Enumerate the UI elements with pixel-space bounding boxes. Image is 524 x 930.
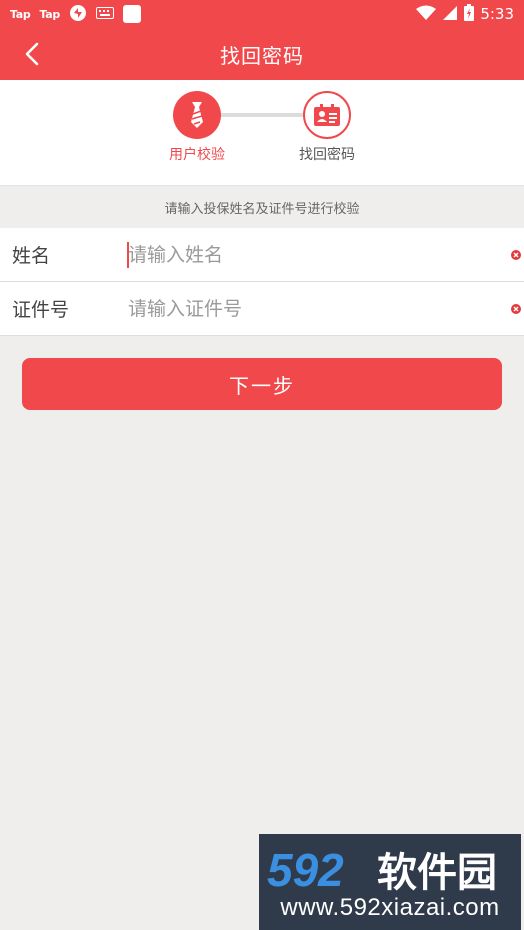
required-icon	[511, 250, 521, 260]
step-label: 用户校验	[169, 147, 225, 163]
battery-icon	[464, 4, 475, 24]
svg-text:软件园: 软件园	[377, 850, 497, 894]
step-label: 找回密码	[299, 147, 355, 163]
id-row: 证件号	[0, 282, 524, 336]
watermark-logo: 592 软件园	[267, 844, 497, 894]
keyboard-icon	[95, 6, 114, 22]
step-find-password: 找回密码	[282, 91, 372, 164]
verify-form: 姓名 证件号	[0, 228, 524, 336]
step-circle-inactive	[303, 91, 351, 139]
watermark-url: www.592xiazai.com	[280, 894, 500, 921]
next-button[interactable]: 下一步	[22, 358, 502, 410]
chevron-left-icon	[25, 42, 39, 66]
header: 找回密码	[0, 28, 524, 80]
id-card-icon	[314, 104, 340, 126]
page-title: 找回密码	[220, 43, 304, 68]
status-right: 5:33	[416, 4, 514, 24]
id-number-input[interactable]	[118, 288, 524, 329]
signal-icon	[442, 5, 458, 24]
step-circle-active	[173, 91, 221, 139]
svg-text:592: 592	[267, 844, 344, 894]
wifi-icon	[416, 5, 437, 24]
verify-hint: 请输入投保姓名及证件号进行校验	[164, 201, 360, 217]
text-cursor	[127, 242, 129, 268]
name-input[interactable]	[118, 234, 524, 275]
id-label: 证件号	[12, 299, 70, 321]
status-time: 5:33	[480, 5, 514, 23]
back-button[interactable]	[14, 36, 50, 72]
taptap-notification-icon: Tap	[39, 7, 60, 21]
status-bar: Tap Tap 5:33	[0, 0, 524, 28]
step-indicator: 用户校验 找回密码	[0, 80, 524, 186]
sync-icon	[69, 4, 87, 25]
status-left: Tap Tap	[10, 4, 141, 25]
watermark: 592 软件园 www.592xiazai.com	[259, 834, 521, 930]
taptap-notification-icon: Tap	[10, 7, 31, 21]
step-user-verify: 用户校验	[152, 91, 242, 164]
required-icon	[511, 304, 521, 314]
tie-icon	[191, 102, 203, 128]
app-notification-icon	[122, 5, 141, 23]
name-label: 姓名	[12, 245, 51, 267]
name-row: 姓名	[0, 228, 524, 282]
